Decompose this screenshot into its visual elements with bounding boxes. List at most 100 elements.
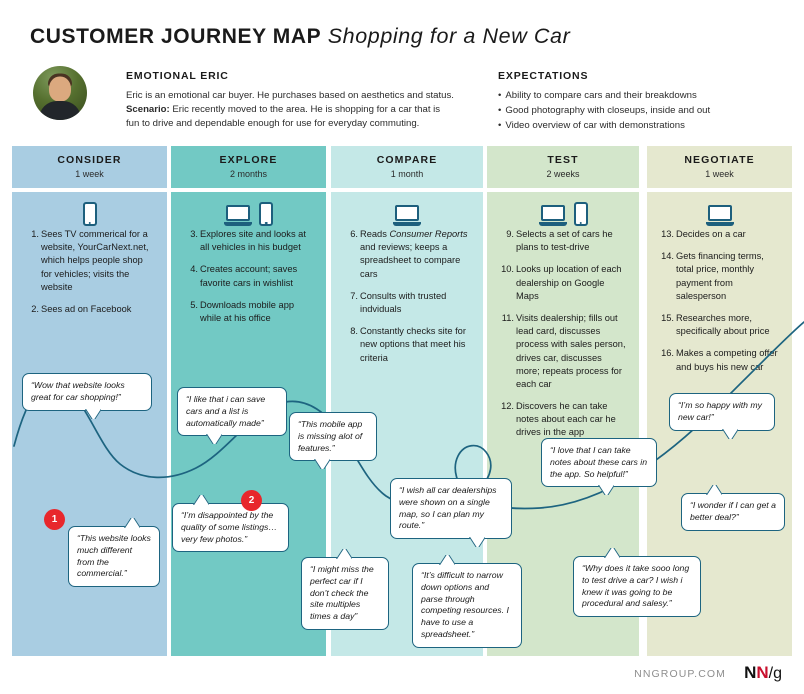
stage-duration: 1 month — [390, 169, 424, 179]
step-number: 15. — [661, 312, 674, 323]
step-list: 6. Reads Consumer Reports and reviews; ke… — [331, 226, 483, 365]
page-title-bold: CUSTOMER JOURNEY MAP — [30, 25, 322, 48]
device-icons — [12, 192, 167, 226]
laptop-icon — [705, 205, 734, 226]
persona-scenario-label: Scenario: — [126, 104, 170, 116]
logo-slash-g: /g — [768, 665, 782, 682]
step-text: Creates account; saves favorite cars in … — [200, 264, 298, 288]
avatar — [33, 66, 87, 120]
step-item: 6. Reads Consumer Reports and reviews; ke… — [343, 228, 472, 281]
step-list: 9. Selects a set of cars he plans to test… — [487, 226, 639, 440]
stage-body-consider: 1. Sees TV commerical for a website, Your… — [12, 192, 167, 660]
bubble-tail — [336, 549, 352, 559]
quote-text: “I wonder if I can get a better deal?” — [690, 500, 776, 522]
step-item: 10. Looks up location of each dealership … — [499, 263, 628, 303]
quote-bubble: “I wish all car dealerships were shown o… — [390, 478, 512, 540]
stage-header-consider: CONSIDER 1 week — [12, 146, 167, 188]
quote-bubble: “I’m so happy with my new car!” — [669, 393, 775, 431]
stage-header-compare: COMPARE 1 month — [331, 146, 483, 188]
stage-name: TEST — [547, 154, 579, 166]
persona-heading: EMOTIONAL ERIC — [126, 70, 229, 82]
header: CUSTOMER JOURNEY MAP Shopping for a New … — [0, 8, 804, 144]
stage-header-test: TEST 2 weeks — [487, 146, 639, 188]
bubble-tail — [604, 548, 620, 558]
step-text: Discovers he can take notes about each c… — [516, 401, 616, 438]
bubble-tail — [206, 434, 222, 444]
journey-map-page: CUSTOMER JOURNEY MAP Shopping for a New … — [0, 0, 804, 694]
step-item: 12. Discovers he can take notes about eac… — [499, 400, 628, 440]
step-number: 2. — [31, 303, 39, 314]
step-number: 6. — [350, 229, 358, 239]
expectations-list: Ability to compare cars and their breakd… — [498, 89, 798, 134]
device-icons — [647, 192, 792, 226]
step-text: Constantly checks site for new options t… — [360, 326, 466, 363]
persona-scenario-text: Eric recently moved to the area. He is s… — [126, 104, 441, 130]
expectations-heading: EXPECTATIONS — [498, 70, 589, 82]
step-text: Downloads mobile app while at his office — [200, 299, 295, 323]
step-number: 8. — [350, 326, 358, 337]
phone-icon — [259, 202, 273, 226]
stage-header-explore: EXPLORE 2 months — [171, 146, 326, 188]
laptop-icon — [393, 205, 421, 226]
quote-text: “I might miss the perfect car if I don’t… — [310, 564, 374, 622]
step-text: Makes a competing offer and buys his new… — [676, 348, 778, 372]
step-item: 8. Constantly checks site for new options… — [343, 325, 472, 365]
stage-name: CONSIDER — [57, 154, 122, 166]
step-number: 10. — [501, 264, 514, 275]
bubble-tail — [706, 485, 722, 495]
step-text: Consults with trusted indviduals — [360, 290, 447, 314]
avatar-body — [39, 101, 81, 120]
step-item: 1. Sees TV commerical for a website, Your… — [24, 228, 156, 294]
quote-bubble: “It’s difficult to narrow down options a… — [412, 563, 522, 648]
step-item: 9. Selects a set of cars he plans to test… — [499, 228, 628, 254]
step-text: Sees TV commerical for a website, YourCa… — [41, 229, 149, 292]
page-title-italic: Shopping for a New Car — [327, 24, 571, 48]
step-item: 5. Downloads mobile app while at his offi… — [183, 299, 315, 325]
bubble-tail — [193, 495, 209, 505]
expectation-item: Ability to compare cars and their breakd… — [498, 89, 798, 104]
stage-duration: 2 weeks — [546, 169, 580, 179]
quote-bubble: “This website looks much different from … — [68, 526, 160, 588]
step-text: Reads Consumer Reports and reviews; keep… — [360, 229, 468, 279]
step-item: 15. Researches more, specifically about p… — [659, 312, 781, 338]
step-number: 16. — [661, 348, 674, 359]
quote-text: “Why does it take sooo long to test driv… — [582, 563, 690, 609]
step-number: 13. — [661, 229, 674, 239]
stage-name: EXPLORE — [219, 154, 278, 166]
step-number: 11. — [501, 312, 514, 323]
step-text: Looks up location of each dealership on … — [516, 264, 622, 301]
stage-duration: 2 months — [229, 169, 268, 179]
expectation-item: Video overview of car with demonstration… — [498, 119, 798, 134]
laptop-icon — [224, 205, 252, 226]
avatar-face — [49, 76, 71, 102]
step-item: 11. Visits dealership; fills out lead car… — [499, 312, 628, 391]
step-number: 3. — [190, 229, 198, 239]
step-text: Visits dealership; fills out lead card, … — [516, 312, 626, 389]
pain-point-marker-1: 1 — [44, 509, 65, 530]
step-number: 1. — [31, 229, 39, 239]
footer-site: NNGROUP.COM — [634, 668, 726, 680]
step-item: 7. Consults with trusted indviduals — [343, 290, 472, 316]
bubble-tail — [469, 537, 485, 547]
logo-n2: N — [756, 663, 769, 682]
quote-text: “Wow that website looks great for car sh… — [31, 380, 125, 402]
stage-name: NEGOTIATE — [684, 154, 755, 166]
laptop-icon — [538, 205, 567, 226]
device-icons — [331, 192, 483, 226]
device-icons — [487, 192, 639, 226]
quote-bubble: “I wonder if I can get a better deal?” — [681, 493, 785, 531]
quote-text: “I wish all car dealerships were shown o… — [399, 485, 497, 531]
bubble-tail — [314, 459, 330, 469]
step-text: Researches more, specifically about pric… — [676, 312, 770, 337]
bubble-tail — [598, 485, 614, 495]
nng-logo: NN/g — [744, 663, 782, 683]
phone-icon — [573, 202, 588, 226]
step-item: 4. Creates account; saves favorite cars i… — [183, 263, 315, 289]
step-text: Explores site and looks at all vehicles … — [200, 229, 306, 253]
bubble-tail — [439, 555, 455, 565]
persona-section: EMOTIONAL ERIC Eric is an emotional car … — [126, 70, 456, 131]
pain-point-marker-2: 2 — [241, 490, 262, 511]
step-number: 9. — [506, 229, 514, 239]
stage-header-negotiate: NEGOTIATE 1 week — [647, 146, 792, 188]
quote-text: “I love that I can take notes about thes… — [550, 445, 648, 479]
